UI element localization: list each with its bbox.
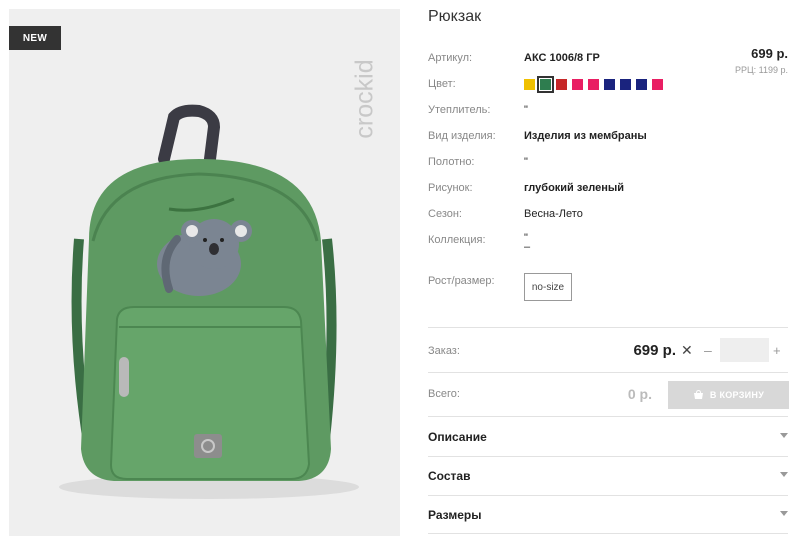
color-swatch[interactable] [556,79,567,90]
product-type-label: Вид изделия: [428,130,496,142]
quantity-input[interactable] [720,338,769,362]
color-swatch[interactable] [524,79,535,90]
cart-icon [693,390,703,399]
insulation-value: " [524,104,528,116]
color-swatch[interactable] [652,79,663,90]
total-label: Всего: [428,388,460,400]
color-swatch[interactable] [620,79,631,90]
divider [428,327,788,328]
product-title: Рюкзак [428,8,482,25]
insulation-label: Утеплитель: [428,104,491,116]
chevron-down-icon [780,433,788,438]
add-to-cart-button[interactable]: В КОРЗИНУ [668,381,789,409]
accordion-title: Описание [428,430,487,444]
pattern-label: Рисунок: [428,182,473,194]
collection-value-dash: – [524,241,531,253]
color-label: Цвет: [428,78,456,90]
collection-label: Коллекция: [428,234,486,246]
season-label: Сезон: [428,208,462,220]
divider [428,495,788,496]
color-swatch[interactable] [636,79,647,90]
accordion-title: Состав [428,469,471,483]
add-to-cart-label: В КОРЗИНУ [709,390,765,400]
color-swatch[interactable] [604,79,615,90]
decrease-quantity-button[interactable]: – [704,342,712,358]
accordion-composition[interactable]: Состав [428,469,788,487]
multiply-icon: ✕ [681,342,693,358]
product-price: 699 р. [751,46,788,61]
divider [428,533,788,534]
article-value: АКС 1006/8 ГР [524,52,600,64]
product-type-value: Изделия из мембраны [524,130,647,142]
product-photo[interactable]: NEW crockid [9,9,400,536]
pattern-value: глубокий зеленый [524,182,625,194]
season-value: Весна-Лето [524,208,583,220]
fabric-label: Полотно: [428,156,475,168]
color-swatch-selected[interactable] [537,76,554,93]
accordion-sizes[interactable]: Размеры [428,508,788,526]
size-option-button[interactable]: no-size [524,273,572,301]
fabric-value: " [524,156,528,168]
accordion-description[interactable]: Описание [428,430,788,448]
article-label: Артикул: [428,52,473,64]
backpack-image [59,104,359,499]
accordion-title: Размеры [428,508,482,522]
order-label: Заказ: [428,345,460,357]
order-price: 699 р. [633,342,676,359]
color-swatch[interactable] [572,79,583,90]
total-value: 0 р. [627,386,652,402]
chevron-down-icon [780,511,788,516]
color-swatches [524,76,663,93]
increase-quantity-button[interactable]: + [773,343,781,358]
recommended-retail-price: РРЦ: 1199 р. [734,65,788,75]
divider [428,372,788,373]
divider [428,456,788,457]
divider [428,416,788,417]
chevron-down-icon [780,472,788,477]
size-label: Рост/размер: [428,275,495,287]
color-swatch[interactable] [588,79,599,90]
